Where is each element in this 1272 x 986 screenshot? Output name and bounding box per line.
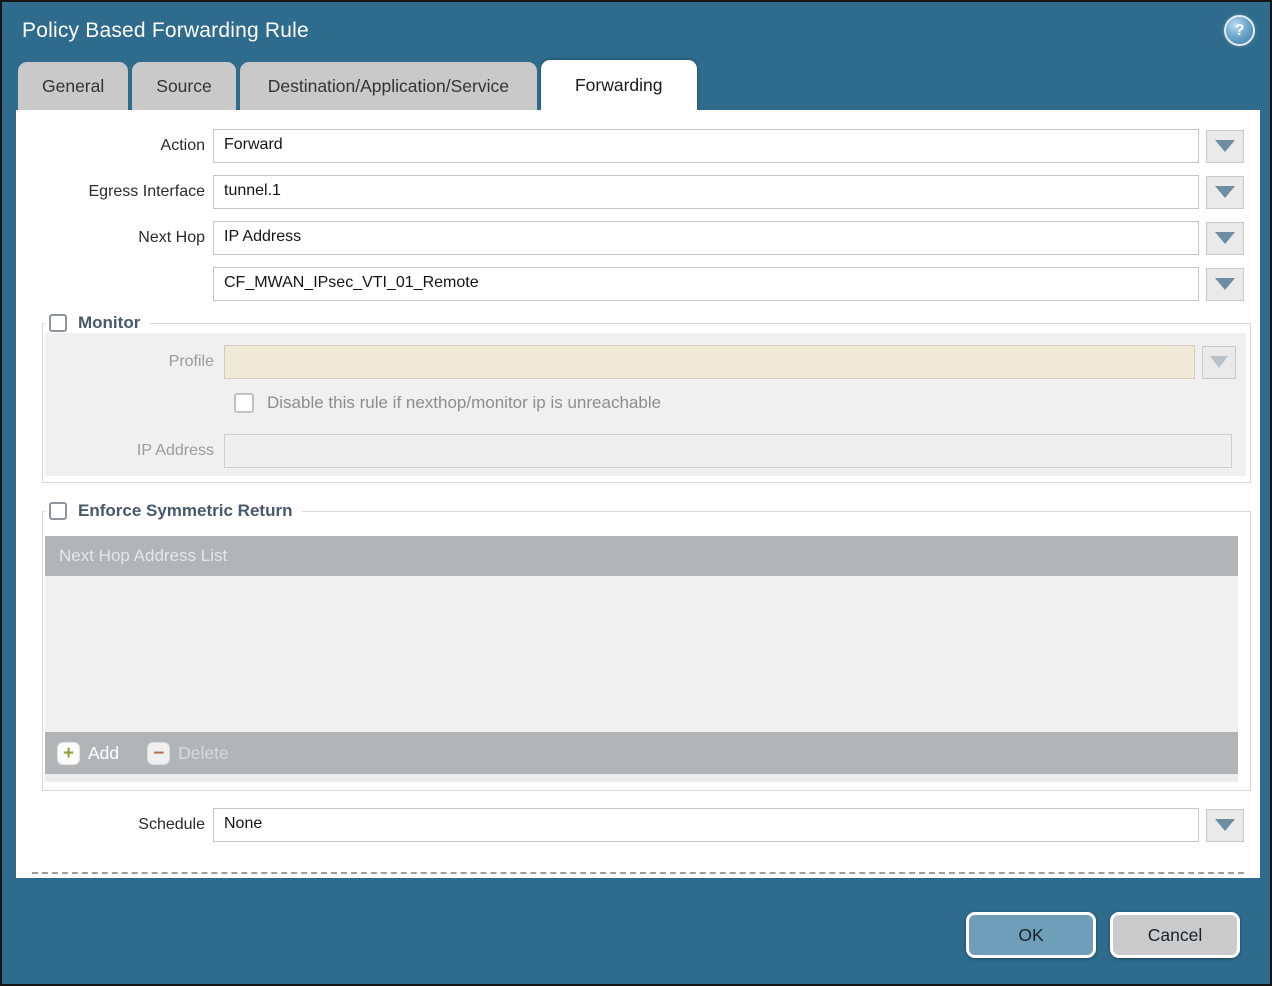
monitor-ip-row: IP Address xyxy=(45,434,1246,468)
add-icon: + xyxy=(57,742,80,765)
disable-rule-row: Disable this rule if nexthop/monitor ip … xyxy=(234,393,1246,413)
dialog-footer: OK Cancel xyxy=(966,912,1240,958)
monitor-profile-dropdown-button xyxy=(1202,346,1236,379)
action-dropdown-button[interactable] xyxy=(1206,130,1244,163)
next-hop-address-row: CF_MWAN_IPsec_VTI_01_Remote xyxy=(16,267,1260,301)
egress-interface-row: Egress Interface tunnel.1 xyxy=(16,175,1260,209)
tab-bar: General Source Destination/Application/S… xyxy=(18,60,1270,110)
action-label: Action xyxy=(16,137,213,155)
enforce-symmetric-return-checkbox[interactable] xyxy=(49,502,67,520)
monitor-checkbox[interactable] xyxy=(49,314,67,332)
schedule-select[interactable]: None xyxy=(213,808,1199,842)
dialog-titlebar: Policy Based Forwarding Rule ? xyxy=(2,2,1270,60)
dialog-title: Policy Based Forwarding Rule xyxy=(22,19,1270,43)
tab-forwarding[interactable]: Forwarding xyxy=(541,60,697,110)
chevron-down-icon xyxy=(1215,819,1235,831)
egress-interface-label: Egress Interface xyxy=(16,183,213,201)
next-hop-dropdown-button[interactable] xyxy=(1206,222,1244,255)
tab-destination-application-service[interactable]: Destination/Application/Service xyxy=(240,62,537,110)
delete-icon: − xyxy=(147,742,170,765)
enforce-symmetric-return-title: Enforce Symmetric Return xyxy=(78,501,292,521)
help-icon[interactable]: ? xyxy=(1226,17,1253,44)
next-hop-address-list-header: Next Hop Address List xyxy=(45,536,1238,576)
monitor-profile-select xyxy=(224,345,1195,379)
tab-general[interactable]: General xyxy=(18,62,128,110)
ok-button[interactable]: OK xyxy=(966,912,1096,958)
schedule-dropdown-button[interactable] xyxy=(1206,809,1244,842)
chevron-down-icon xyxy=(1215,232,1235,244)
tab-source[interactable]: Source xyxy=(132,62,235,110)
profile-label: Profile xyxy=(45,353,224,371)
monitor-group: Monitor Profile Disable this rule if nex… xyxy=(42,313,1251,483)
enforce-symmetric-return-group: Enforce Symmetric Return Next Hop Addres… xyxy=(42,501,1251,791)
action-row: Action Forward xyxy=(16,129,1260,163)
egress-interface-select[interactable]: tunnel.1 xyxy=(213,175,1199,209)
next-hop-row: Next Hop IP Address xyxy=(16,221,1260,255)
chevron-down-icon xyxy=(1215,186,1235,198)
next-hop-table-footer xyxy=(45,774,1238,782)
next-hop-type-select[interactable]: IP Address xyxy=(213,221,1199,255)
next-hop-address-select[interactable]: CF_MWAN_IPsec_VTI_01_Remote xyxy=(213,267,1199,301)
chevron-down-icon xyxy=(1215,278,1235,290)
forwarding-tab-panel: Action Forward Egress Interface tunnel.1… xyxy=(16,110,1260,878)
schedule-row: Schedule None xyxy=(16,808,1260,842)
egress-interface-dropdown-button[interactable] xyxy=(1206,176,1244,209)
next-hop-table-toolbar: + Add − Delete xyxy=(45,732,1238,774)
delete-button: − Delete xyxy=(147,742,229,765)
monitor-group-title: Monitor xyxy=(78,313,140,333)
monitor-ip-label: IP Address xyxy=(45,442,224,460)
resize-divider xyxy=(32,872,1244,874)
next-hop-address-dropdown-button[interactable] xyxy=(1206,268,1244,301)
disable-rule-checkbox xyxy=(234,393,254,413)
schedule-label: Schedule xyxy=(16,816,213,834)
chevron-down-icon xyxy=(1210,356,1228,368)
next-hop-label: Next Hop xyxy=(16,229,213,247)
action-select[interactable]: Forward xyxy=(213,129,1199,163)
monitor-ip-input xyxy=(224,434,1232,468)
add-button[interactable]: + Add xyxy=(57,742,119,765)
profile-row: Profile xyxy=(45,345,1246,379)
cancel-button[interactable]: Cancel xyxy=(1110,912,1240,958)
disable-rule-label: Disable this rule if nexthop/monitor ip … xyxy=(267,393,661,413)
monitor-panel: Profile Disable this rule if nexthop/mon… xyxy=(45,333,1246,476)
next-hop-address-list-body[interactable] xyxy=(45,576,1238,732)
chevron-down-icon xyxy=(1215,140,1235,152)
next-hop-address-table: Next Hop Address List + Add − Delete xyxy=(45,536,1238,782)
